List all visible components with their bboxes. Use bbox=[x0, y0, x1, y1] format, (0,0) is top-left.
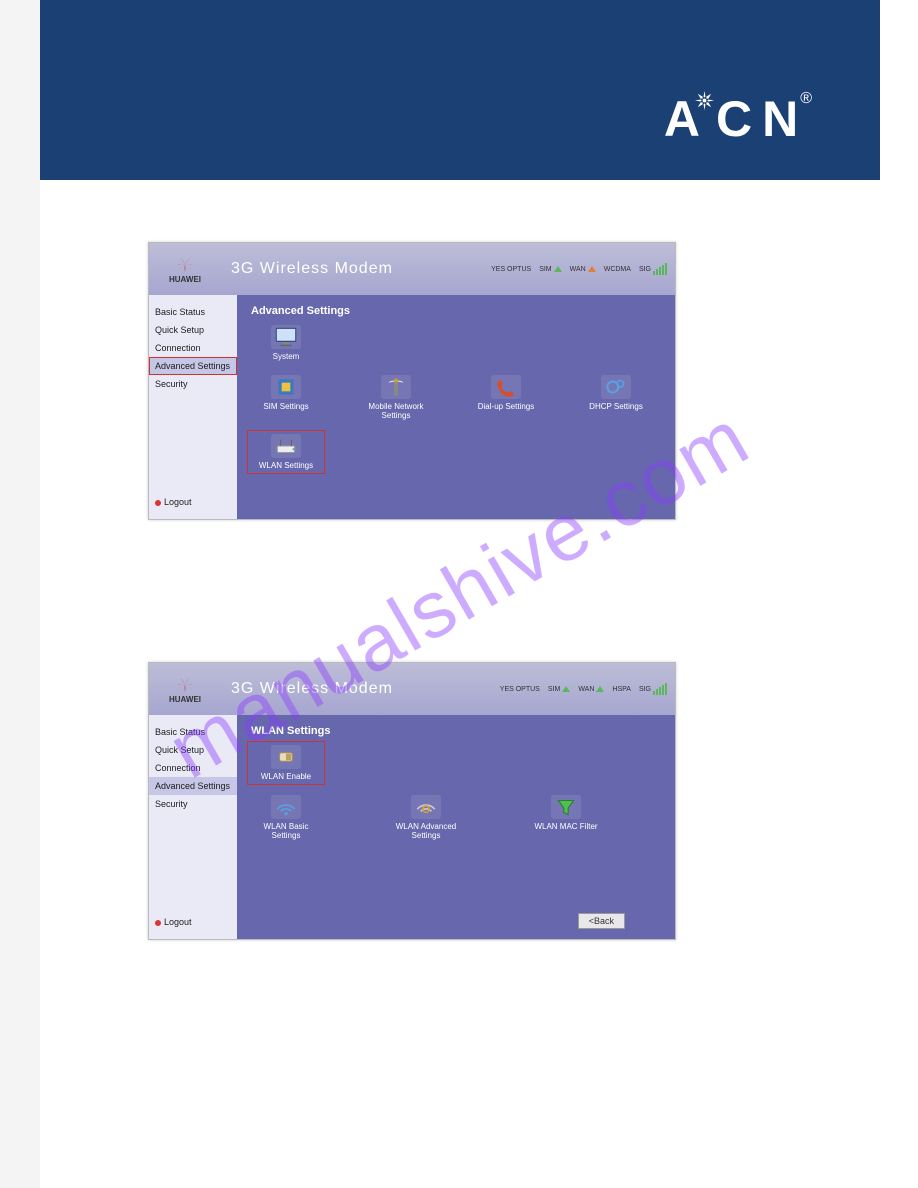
tile-wlan-basic[interactable]: WLAN Basic Settings bbox=[251, 795, 321, 840]
filter-icon bbox=[551, 795, 581, 819]
logout-link[interactable]: Logout bbox=[149, 493, 237, 511]
wifi-adv-icon bbox=[411, 795, 441, 819]
huawei-logo: HUAWEI bbox=[149, 255, 221, 284]
screenshot-advanced-settings: HUAWEI 3G Wireless Modem YES OPTUS SIM W… bbox=[148, 242, 676, 520]
sidebar-item-connection[interactable]: Connection bbox=[149, 759, 237, 777]
status-bar: YES OPTUS SIM WAN WCDMA SIG bbox=[491, 263, 675, 275]
sidebar-item-security[interactable]: Security bbox=[149, 375, 237, 393]
tile-label: Mobile Network Settings bbox=[361, 402, 431, 420]
tile-label: SIM Settings bbox=[263, 402, 308, 411]
modem-title: 3G Wireless Modem bbox=[231, 680, 393, 698]
sidebar: Basic Status Quick Setup Connection Adva… bbox=[149, 295, 237, 519]
status-sim: SIM bbox=[548, 686, 570, 693]
tile-wlan-settings[interactable]: WLAN Settings bbox=[251, 434, 321, 470]
logout-link[interactable]: Logout bbox=[149, 913, 237, 931]
acn-logo: A CN ® bbox=[664, 90, 810, 148]
huawei-text: HUAWEI bbox=[169, 695, 201, 704]
status-sig: SIG bbox=[639, 263, 667, 275]
huawei-text: HUAWEI bbox=[169, 275, 201, 284]
gears-icon bbox=[601, 375, 631, 399]
tile-label: System bbox=[273, 352, 300, 361]
content-title: Advanced Settings bbox=[237, 295, 675, 321]
tile-dialup-settings[interactable]: Dial-up Settings bbox=[471, 375, 541, 420]
tile-label: WLAN Enable bbox=[261, 772, 311, 781]
tile-wlan-advanced[interactable]: WLAN Advanced Settings bbox=[391, 795, 461, 840]
sidebar: Basic Status Quick Setup Connection Adva… bbox=[149, 715, 237, 939]
monitor-icon bbox=[271, 325, 301, 349]
status-carrier: YES OPTUS bbox=[491, 266, 531, 273]
status-bar: YES OPTUS SIM WAN HSPA SIG bbox=[500, 683, 675, 695]
sidebar-item-basic-status[interactable]: Basic Status bbox=[149, 303, 237, 321]
modem-header: HUAWEI 3G Wireless Modem YES OPTUS SIM W… bbox=[149, 663, 675, 715]
status-sim: SIM bbox=[539, 266, 561, 273]
tile-label: WLAN MAC Filter bbox=[534, 822, 597, 831]
router-icon bbox=[271, 434, 301, 458]
tile-dhcp-settings[interactable]: DHCP Settings bbox=[581, 375, 651, 420]
page-gutter bbox=[0, 0, 40, 1188]
sidebar-item-advanced-settings[interactable]: Advanced Settings bbox=[149, 777, 237, 795]
tile-label: WLAN Basic Settings bbox=[251, 822, 321, 840]
sidebar-item-advanced-settings[interactable]: Advanced Settings bbox=[149, 357, 237, 375]
back-button[interactable]: <Back bbox=[578, 913, 625, 929]
modem-title: 3G Wireless Modem bbox=[231, 260, 393, 278]
tile-sim-settings[interactable]: SIM Settings bbox=[251, 375, 321, 420]
tile-wlan-enable[interactable]: WLAN Enable bbox=[251, 745, 321, 781]
modem-header: HUAWEI 3G Wireless Modem YES OPTUS SIM W… bbox=[149, 243, 675, 295]
status-carrier: YES OPTUS bbox=[500, 686, 540, 693]
sidebar-item-security[interactable]: Security bbox=[149, 795, 237, 813]
tile-label: WLAN Advanced Settings bbox=[391, 822, 461, 840]
sidebar-item-quick-setup[interactable]: Quick Setup bbox=[149, 321, 237, 339]
content-title: WLAN Settings bbox=[237, 715, 675, 741]
content-area: Advanced Settings System SIM Settings bbox=[237, 295, 675, 519]
tile-system[interactable]: System bbox=[251, 325, 321, 361]
acn-banner: A CN ® bbox=[40, 0, 880, 180]
status-mode: WCDMA bbox=[604, 266, 631, 273]
tile-mobile-network[interactable]: Mobile Network Settings bbox=[361, 375, 431, 420]
status-sig: SIG bbox=[639, 683, 667, 695]
sidebar-item-quick-setup[interactable]: Quick Setup bbox=[149, 741, 237, 759]
sim-icon bbox=[271, 375, 301, 399]
wifi-basic-icon bbox=[271, 795, 301, 819]
status-mode: HSPA bbox=[612, 686, 631, 693]
phone-icon bbox=[491, 375, 521, 399]
tile-wlan-mac-filter[interactable]: WLAN MAC Filter bbox=[531, 795, 601, 840]
switch-icon bbox=[271, 745, 301, 769]
tile-label: WLAN Settings bbox=[259, 461, 313, 470]
content-area: WLAN Settings WLAN Enable WLAN Basic Set… bbox=[237, 715, 675, 939]
tower-icon bbox=[381, 375, 411, 399]
status-wan: WAN bbox=[578, 686, 604, 693]
sidebar-item-basic-status[interactable]: Basic Status bbox=[149, 723, 237, 741]
sidebar-item-connection[interactable]: Connection bbox=[149, 339, 237, 357]
screenshot-wlan-settings: HUAWEI 3G Wireless Modem YES OPTUS SIM W… bbox=[148, 662, 676, 940]
huawei-logo: HUAWEI bbox=[149, 675, 221, 704]
status-wan: WAN bbox=[570, 266, 596, 273]
tile-label: DHCP Settings bbox=[589, 402, 643, 411]
tile-label: Dial-up Settings bbox=[478, 402, 534, 411]
